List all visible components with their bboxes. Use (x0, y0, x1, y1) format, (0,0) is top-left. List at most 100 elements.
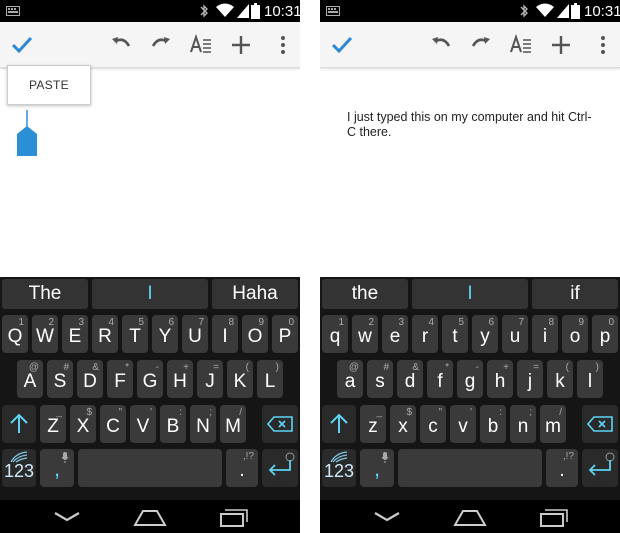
suggestion-right[interactable]: if (532, 279, 618, 309)
key-label: V (136, 416, 150, 437)
key-x[interactable]: $ X (70, 405, 96, 443)
key-p[interactable]: 0p (592, 315, 618, 353)
key-d[interactable]: & D (77, 360, 103, 398)
key-b[interactable]: :B (160, 405, 186, 443)
key-label: z (368, 416, 378, 437)
key-o[interactable]: 9O (242, 315, 268, 353)
key-r[interactable]: 4R (92, 315, 118, 353)
key-m[interactable]: / m (540, 405, 566, 443)
key-label: H (173, 371, 187, 392)
key-e[interactable]: 3E (62, 315, 88, 353)
key-b[interactable]: :b (480, 405, 506, 443)
key-x[interactable]: $ x (390, 405, 416, 443)
check-icon[interactable] (329, 32, 355, 58)
key-r[interactable]: 4r (412, 315, 438, 353)
key-c[interactable]: " c (420, 405, 446, 443)
key-a[interactable]: @ a (337, 360, 363, 398)
key-f[interactable]: * F (107, 360, 133, 398)
recents-nav-icon[interactable] (218, 505, 250, 527)
key-v[interactable]: ' V (130, 405, 156, 443)
key-c[interactable]: " C (100, 405, 126, 443)
key-l[interactable]: ) l (577, 360, 603, 398)
space-key[interactable] (78, 449, 222, 487)
key-e[interactable]: 3e (382, 315, 408, 353)
key-s[interactable]: # s (367, 360, 393, 398)
key-i[interactable]: 8I (212, 315, 238, 353)
backspace-key[interactable] (262, 405, 298, 443)
suggestion-middle[interactable]: I (92, 279, 208, 309)
key-y[interactable]: 6y (472, 315, 498, 353)
key-k[interactable]: (K (227, 360, 253, 398)
enter-key[interactable] (262, 449, 298, 487)
home-nav-icon[interactable] (453, 505, 487, 527)
key-j[interactable]: = J (197, 360, 223, 398)
key-y[interactable]: 6Y (152, 315, 178, 353)
key-h[interactable]: + H (167, 360, 193, 398)
key-g[interactable]: -G (137, 360, 163, 398)
key-u[interactable]: 7U (182, 315, 208, 353)
recents-nav-icon[interactable] (538, 505, 570, 527)
back-nav-icon[interactable] (52, 505, 82, 527)
paste-button[interactable]: PASTE (7, 65, 91, 105)
suggestion-left[interactable]: the (322, 279, 408, 309)
shift-key[interactable] (322, 405, 356, 443)
suggestion-left[interactable]: The (2, 279, 88, 309)
text-cursor-handle[interactable] (15, 110, 39, 158)
text-format-icon[interactable] (508, 32, 534, 58)
key-n[interactable]: ; n (510, 405, 536, 443)
key-f[interactable]: * f (427, 360, 453, 398)
key-label: C (106, 416, 120, 437)
key-z[interactable]: _ z (360, 405, 386, 443)
check-icon[interactable] (9, 32, 35, 58)
key-p[interactable]: 0P (272, 315, 298, 353)
key-t[interactable]: 5t (442, 315, 468, 353)
key-q[interactable]: 1Q (2, 315, 28, 353)
period-key[interactable]: ,!? . (546, 449, 578, 487)
more-vert-icon[interactable] (270, 32, 296, 58)
more-vert-icon[interactable] (590, 32, 616, 58)
numbers-key[interactable]: 123 (322, 449, 356, 487)
key-l[interactable]: ) L (257, 360, 283, 398)
key-n[interactable]: ; N (190, 405, 216, 443)
key-m[interactable]: / M (220, 405, 246, 443)
key-z[interactable]: _ Z (40, 405, 66, 443)
key-h[interactable]: + h (487, 360, 513, 398)
period-key[interactable]: ,!? . (226, 449, 258, 487)
key-u[interactable]: 7u (502, 315, 528, 353)
backspace-icon (267, 416, 293, 432)
redo-icon[interactable] (148, 32, 174, 58)
suggestion-middle[interactable]: I (412, 279, 528, 309)
add-icon[interactable] (228, 32, 254, 58)
text-format-icon[interactable] (188, 32, 214, 58)
add-icon[interactable] (548, 32, 574, 58)
space-key[interactable] (398, 449, 542, 487)
key-k[interactable]: (k (547, 360, 573, 398)
key-g[interactable]: -g (457, 360, 483, 398)
document-body[interactable]: I just typed this on my computer and hit… (347, 110, 597, 140)
key-o[interactable]: 9o (562, 315, 588, 353)
key-a[interactable]: @ A (17, 360, 43, 398)
notification-icon (326, 6, 340, 16)
key-s[interactable]: # S (47, 360, 73, 398)
comma-key[interactable]: , (360, 449, 394, 487)
key-d[interactable]: & d (397, 360, 423, 398)
key-t[interactable]: 5T (122, 315, 148, 353)
key-w[interactable]: 2W (32, 315, 58, 353)
numbers-key[interactable]: 123 (2, 449, 36, 487)
shift-key[interactable] (2, 405, 36, 443)
home-nav-icon[interactable] (133, 505, 167, 527)
key-w[interactable]: 2w (352, 315, 378, 353)
backspace-key[interactable] (582, 405, 618, 443)
redo-icon[interactable] (468, 32, 494, 58)
back-nav-icon[interactable] (372, 505, 402, 527)
key-j[interactable]: = j (517, 360, 543, 398)
undo-icon[interactable] (108, 32, 134, 58)
key-v[interactable]: ' v (450, 405, 476, 443)
undo-icon[interactable] (428, 32, 454, 58)
key-i[interactable]: 8i (532, 315, 558, 353)
key-q[interactable]: 1q (322, 315, 348, 353)
comma-key[interactable]: , (40, 449, 74, 487)
bluetooth-icon (200, 4, 208, 18)
suggestion-right[interactable]: Haha (212, 279, 298, 309)
enter-key[interactable] (582, 449, 618, 487)
